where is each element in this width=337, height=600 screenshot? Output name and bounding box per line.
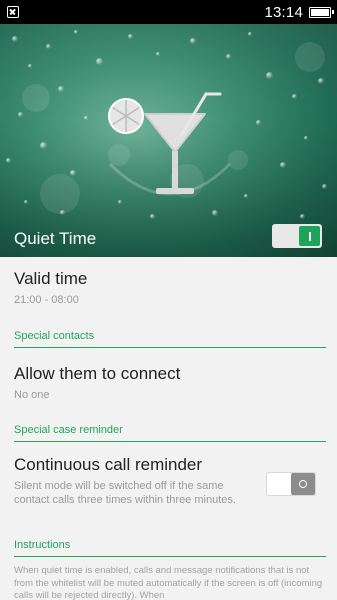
water-drop — [28, 64, 32, 68]
water-drop — [322, 184, 327, 189]
allow-connect-item[interactable]: Allow them to connect No one — [14, 364, 323, 402]
toggle-knob — [291, 473, 315, 495]
section-label: Special contacts — [14, 330, 95, 342]
status-bar: 13:14 — [0, 0, 337, 24]
water-drop — [60, 210, 65, 215]
continuous-call-description: Silent mode will be switched off if the … — [14, 480, 236, 506]
water-drop — [74, 30, 78, 34]
bokeh — [40, 174, 80, 214]
water-drop — [304, 136, 308, 140]
water-drop — [300, 214, 305, 219]
water-drop — [280, 162, 286, 168]
clock: 13:14 — [264, 3, 303, 21]
water-drop — [40, 142, 47, 149]
water-drop — [156, 52, 160, 56]
continuous-call-item[interactable]: Continuous call reminder Silent mode wil… — [14, 455, 257, 507]
water-drop — [248, 32, 252, 36]
settings-list: Valid time 21:00 - 08:00 Special contact… — [0, 257, 337, 600]
allow-connect-value: No one — [14, 389, 50, 401]
section-instructions: Instructions — [14, 539, 326, 557]
water-drop — [58, 86, 64, 92]
valid-time-label: Valid time — [14, 269, 88, 288]
instructions-text: When quiet time is enabled, calls and me… — [14, 565, 323, 600]
bokeh — [295, 42, 325, 72]
water-drop — [150, 214, 155, 219]
water-drop — [6, 158, 11, 163]
battery-level — [311, 8, 329, 16]
water-drop — [266, 72, 273, 79]
water-drop — [256, 120, 261, 125]
section-special-contacts: Special contacts — [14, 330, 326, 348]
allow-connect-label: Allow them to connect — [14, 364, 181, 383]
continuous-call-toggle[interactable] — [266, 472, 316, 496]
water-drop — [190, 38, 196, 44]
water-drop — [292, 94, 297, 99]
quiet-time-banner: Quiet Time — [0, 24, 337, 257]
water-drop — [24, 200, 28, 204]
water-drop — [318, 78, 324, 84]
valid-time-item[interactable]: Valid time 21:00 - 08:00 — [14, 269, 323, 307]
continuous-call-label: Continuous call reminder — [14, 455, 203, 474]
water-drop — [18, 112, 23, 117]
section-label: Special case reminder — [14, 424, 123, 436]
quiet-time-toggle[interactable] — [272, 224, 322, 248]
quiet-time-title: Quiet Time — [14, 229, 97, 248]
water-drop — [70, 170, 76, 176]
close-box-icon — [7, 6, 19, 18]
bokeh — [22, 84, 50, 112]
water-drop — [226, 54, 231, 59]
cocktail-glass-icon — [108, 92, 232, 196]
valid-time-value: 21:00 - 08:00 — [14, 294, 79, 306]
water-drop — [128, 34, 133, 39]
water-drop — [12, 36, 18, 42]
water-drop — [46, 44, 51, 49]
battery-icon — [309, 6, 334, 18]
section-special-case-reminder: Special case reminder — [14, 424, 326, 442]
water-drop — [84, 116, 88, 120]
section-label: Instructions — [14, 539, 71, 551]
toggle-knob — [299, 226, 320, 246]
